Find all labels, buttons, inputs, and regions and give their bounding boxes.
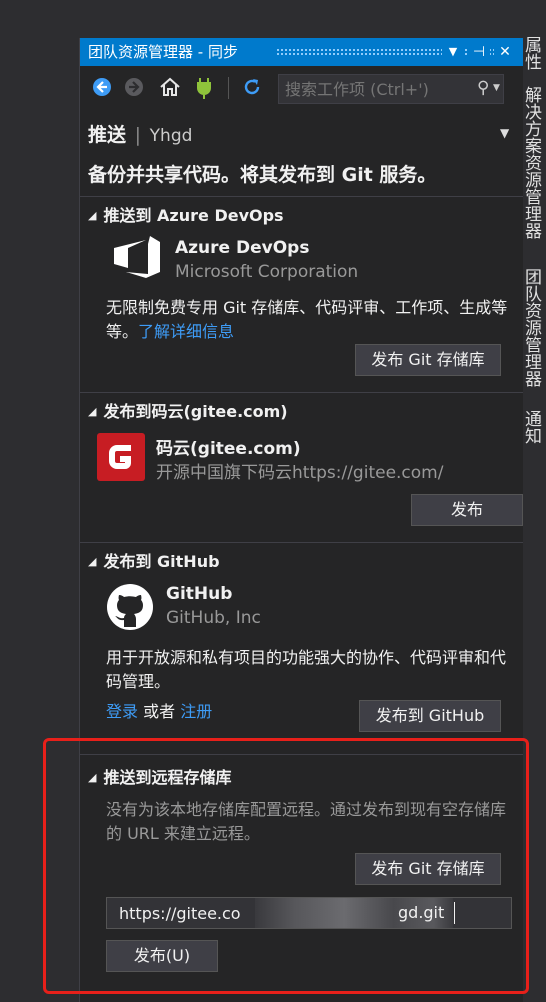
- dropdown-icon[interactable]: ▼: [442, 38, 464, 66]
- side-tab-notifications[interactable]: 通知: [521, 410, 544, 444]
- section-header-gitee[interactable]: ◢ 发布到码云(gitee.com): [88, 398, 288, 422]
- side-tab-solution-explorer[interactable]: 解决方案资源管理器: [521, 86, 544, 239]
- panel-title: 团队资源管理器 - 同步: [88, 43, 238, 61]
- azure-devops-logo: [114, 236, 160, 278]
- register-link[interactable]: 注册: [180, 702, 212, 721]
- search-box[interactable]: ⚲ ▼: [278, 74, 504, 104]
- connect-plug-icon[interactable]: [192, 77, 216, 99]
- azure-company: Microsoft Corporation: [175, 262, 359, 282]
- github-provider-name: GitHub: [166, 584, 233, 604]
- search-options-icon[interactable]: ▼: [493, 83, 500, 93]
- divider: [80, 196, 523, 197]
- repo-name: Yhgd: [149, 126, 193, 146]
- divider: [80, 542, 523, 543]
- panel-titlebar[interactable]: 团队资源管理器 - 同步 ▼ ⊣ ✕: [80, 38, 523, 66]
- heading-separator: |: [134, 124, 142, 146]
- page-title: 推送: [88, 124, 127, 146]
- toolbar: ⚲ ▼: [80, 68, 523, 108]
- pin-icon[interactable]: ⊣: [468, 38, 490, 66]
- collapse-icon: ◢: [88, 405, 97, 418]
- forward-icon[interactable]: [122, 77, 146, 99]
- back-icon[interactable]: [90, 77, 114, 99]
- page-heading[interactable]: 推送 | Yhgd: [88, 120, 192, 147]
- publish-github-button[interactable]: 发布到 GitHub: [359, 700, 501, 732]
- github-logo: [107, 584, 153, 630]
- publish-gitee-button[interactable]: 发布: [411, 494, 523, 526]
- refresh-icon[interactable]: [240, 77, 264, 99]
- github-description: 用于开放源和私有项目的功能强大的协作、代码评审和代码管理。: [106, 648, 507, 691]
- search-icon[interactable]: ⚲: [477, 78, 489, 98]
- search-input[interactable]: [279, 75, 469, 103]
- side-tab-properties[interactable]: 属性: [521, 36, 544, 70]
- azure-description: 无限制免费专用 Git 存储库、代码评审、工作项、生成等等。了解详细信息: [106, 298, 508, 341]
- publish-git-repo-button[interactable]: 发布 Git 存储库: [355, 344, 501, 376]
- page-dropdown-icon[interactable]: ▼: [500, 126, 509, 140]
- github-company: GitHub, Inc: [166, 608, 261, 628]
- collapse-icon: ◢: [88, 209, 97, 222]
- gitee-subtitle: 开源中国旗下码云https://gitee.com/: [156, 463, 444, 483]
- intro-text: 备份并共享代码。将其发布到 Git 服务。: [88, 164, 437, 186]
- section-header-azure[interactable]: ◢ 推送到 Azure DevOps: [88, 202, 284, 226]
- home-icon[interactable]: [158, 77, 182, 99]
- side-tab-team-explorer[interactable]: 团队资源管理器: [521, 268, 544, 387]
- divider: [80, 392, 523, 393]
- gitee-logo: [97, 433, 145, 481]
- collapse-icon: ◢: [88, 555, 97, 568]
- toolbar-separator: [228, 77, 229, 99]
- close-icon[interactable]: ✕: [494, 38, 516, 66]
- highlight-box: [43, 738, 529, 994]
- github-auth-links: 登录 或者 注册: [106, 700, 306, 724]
- learn-more-link[interactable]: 了解详细信息: [138, 322, 234, 341]
- login-link[interactable]: 登录: [106, 702, 138, 721]
- or-text: 或者: [143, 702, 176, 721]
- azure-provider-name: Azure DevOps: [175, 238, 310, 258]
- section-header-github[interactable]: ◢ 发布到 GitHub: [88, 548, 220, 572]
- gitee-provider-name: 码云(gitee.com): [156, 439, 301, 459]
